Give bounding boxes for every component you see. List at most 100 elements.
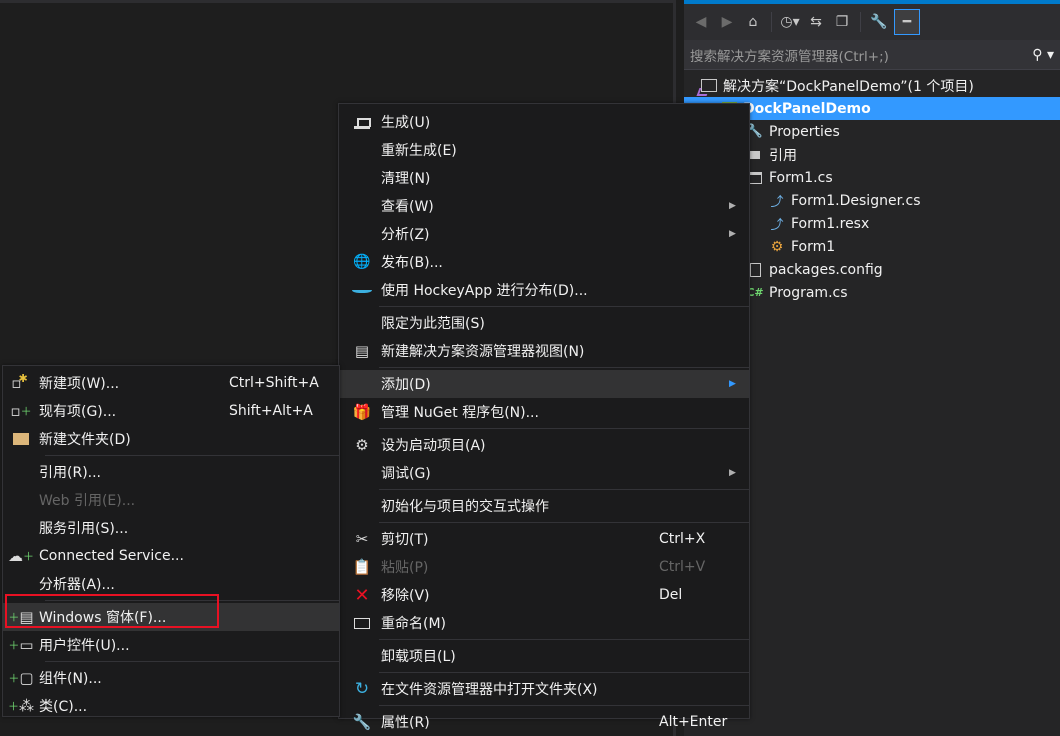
menu-separator	[45, 661, 339, 662]
existing-item-icon: ▫ ＋	[10, 402, 32, 420]
submenu-item-existing-item[interactable]: ▫ ＋ 现有项(G)... Shift+Alt+A	[3, 397, 339, 425]
tree-item-label: 解决方案“DockPanelDemo”(1 个项目)	[723, 78, 974, 95]
component-add-icon: ＋ ▢	[8, 669, 34, 687]
menu-item-label: 新建文件夹(D)	[39, 432, 131, 448]
menu-item-paste[interactable]: 📋 粘贴(P) Ctrl+V	[339, 553, 749, 581]
menu-item-label: 服务引用(S)...	[39, 521, 129, 537]
component-icon: ⚙	[770, 238, 784, 255]
menu-item-label: Windows 窗体(F)...	[39, 610, 167, 626]
menu-item-label: 类(C)...	[39, 699, 88, 715]
search-icon[interactable]: ⚲ ▾	[1032, 47, 1054, 63]
submenu-arrow-icon: ▶	[729, 201, 736, 211]
history-icon[interactable]: ◷▾	[779, 11, 801, 33]
menu-item-label: 调试(G)	[381, 466, 431, 482]
menu-item-view[interactable]: 查看(W) ▶	[339, 192, 749, 220]
submenu-arrow-icon: ▶	[729, 468, 736, 478]
submenu-item-windows-form[interactable]: ＋ ▤ Windows 窗体(F)...	[3, 603, 339, 631]
menu-item-publish[interactable]: 🌐 发布(B)...	[339, 248, 749, 276]
connected-service-icon: ☁ ＋	[8, 547, 34, 565]
open-folder-icon: ↻	[354, 679, 370, 699]
csharp-file-icon: ⤴	[770, 218, 784, 233]
menu-item-shortcut: Shift+Alt+A	[229, 403, 313, 419]
menu-item-manage-nuget[interactable]: 🎁 管理 NuGet 程序包(N)...	[339, 398, 749, 426]
pin-icon[interactable]: ━	[894, 9, 920, 35]
menu-item-add[interactable]: 添加(D) ▶	[339, 370, 749, 398]
search-placeholder: 搜索解决方案资源管理器(Ctrl+;)	[690, 48, 889, 65]
menu-item-debug[interactable]: 调试(G) ▶	[339, 459, 749, 487]
menu-item-scope-to-this[interactable]: 限定为此范围(S)	[339, 309, 749, 337]
submenu-item-component[interactable]: ＋ ▢ 组件(N)...	[3, 664, 339, 692]
menu-item-analyze[interactable]: 分析(Z) ▶	[339, 220, 749, 248]
menu-item-open-in-explorer[interactable]: ↻ 在文件资源管理器中打开文件夹(X)	[339, 675, 749, 703]
menu-item-clean[interactable]: 清理(N)	[339, 164, 749, 192]
user-control-icon: ＋ ▭	[8, 636, 34, 654]
submenu-item-new-item[interactable]: ▫ ✱ 新建项(W)... Ctrl+Shift+A	[3, 369, 339, 397]
menu-item-label: Connected Service...	[39, 548, 184, 564]
menu-item-set-startup[interactable]: ⚙ 设为启动项目(A)	[339, 431, 749, 459]
properties-wrench-icon[interactable]: 🔧	[868, 11, 890, 33]
menu-item-label: 新建项(W)...	[39, 376, 120, 392]
sync-icon[interactable]: ⇆	[805, 11, 827, 33]
search-input[interactable]: 搜索解决方案资源管理器(Ctrl+;) ⚲ ▾	[684, 40, 1060, 70]
hockeyapp-icon	[343, 287, 381, 293]
new-item-icon: ▫ ✱	[11, 371, 28, 393]
cut-icon: ✂	[355, 530, 369, 548]
tree-item-label: Form1	[791, 238, 836, 255]
submenu-arrow-icon: ▶	[729, 229, 736, 239]
submenu-item-reference[interactable]: 引用(R)...	[3, 458, 339, 486]
menu-item-interactive[interactable]: 初始化与项目的交互式操作	[339, 492, 749, 520]
tree-item-label: Properties	[769, 123, 840, 140]
submenu-item-class[interactable]: ＋ ⁂ 类(C)...	[3, 692, 339, 720]
menu-item-cut[interactable]: ✂ 剪切(T) Ctrl+X	[339, 525, 749, 553]
submenu-item-connected-service[interactable]: ☁ ＋ Connected Service...	[3, 542, 339, 570]
menu-separator	[379, 705, 749, 706]
menu-item-rename[interactable]: 重命名(M)	[339, 609, 749, 637]
add-submenu: ▫ ✱ 新建项(W)... Ctrl+Shift+A ▫ ＋ 现有项(G)... S…	[2, 365, 340, 717]
back-icon[interactable]: ◀	[690, 11, 712, 33]
menu-item-rebuild[interactable]: 重新生成(E)	[339, 136, 749, 164]
menu-item-properties[interactable]: 🔧 属性(R) Alt+Enter	[339, 708, 749, 736]
submenu-item-user-control[interactable]: ＋ ▭ 用户控件(U)...	[3, 631, 339, 659]
menu-item-label: 重新生成(E)	[381, 143, 457, 159]
menu-item-label: 剪切(T)	[381, 532, 429, 548]
menu-separator	[379, 522, 749, 523]
submenu-arrow-icon: ▶	[729, 379, 736, 389]
menu-item-label: 卸载项目(L)	[381, 649, 456, 665]
menu-item-hockeyapp[interactable]: 使用 HockeyApp 进行分布(D)...	[339, 276, 749, 304]
menu-item-label: 生成(U)	[381, 115, 431, 131]
menu-item-unload[interactable]: 卸载项目(L)	[339, 642, 749, 670]
tree-item-label: Form1.Designer.cs	[791, 192, 921, 209]
submenu-item-analyzer[interactable]: 分析器(A)...	[3, 570, 339, 598]
new-folder-icon	[3, 433, 39, 445]
menu-item-shortcut: Alt+Enter	[659, 714, 728, 730]
tree-item-solution[interactable]: 解决方案“DockPanelDemo”(1 个项目)	[684, 74, 1060, 97]
forward-icon[interactable]: ▶	[716, 11, 738, 33]
menu-item-label: 添加(D)	[381, 377, 431, 393]
submenu-item-service-reference[interactable]: 服务引用(S)...	[3, 514, 339, 542]
home-icon[interactable]: ⌂	[742, 11, 764, 33]
menu-item-label: 属性(R)	[381, 715, 430, 731]
menu-item-remove[interactable]: ✕ 移除(V) Del	[339, 581, 749, 609]
submenu-item-web-reference[interactable]: Web 引用(E)...	[3, 486, 339, 514]
menu-item-label: 分析(Z)	[381, 227, 430, 243]
menu-item-label: 发布(B)...	[381, 255, 443, 271]
menu-item-label: 现有项(G)...	[39, 404, 117, 420]
menu-item-label: 使用 HockeyApp 进行分布(D)...	[381, 283, 588, 299]
menu-item-new-view[interactable]: ▤ 新建解决方案资源管理器视图(N)	[339, 337, 749, 365]
submenu-item-new-folder[interactable]: 新建文件夹(D)	[3, 425, 339, 453]
menu-item-label: 限定为此范围(S)	[381, 316, 485, 332]
gear-icon: ⚙	[355, 436, 369, 454]
menu-item-label: 组件(N)...	[39, 671, 102, 687]
tree-item-label: 引用	[769, 147, 797, 164]
project-context-menu: 生成(U) 重新生成(E) 清理(N) 查看(W) ▶ 分析(Z) ▶ 🌐 发布…	[338, 103, 750, 731]
menu-item-label: 在文件资源管理器中打开文件夹(X)	[381, 682, 598, 698]
toolbar-separator	[771, 12, 772, 32]
menu-item-label: 移除(V)	[381, 588, 430, 604]
menu-item-label: 设为启动项目(A)	[381, 438, 486, 454]
menu-separator	[379, 639, 749, 640]
menu-item-build[interactable]: 生成(U)	[339, 108, 749, 136]
paste-icon: 📋	[352, 558, 372, 576]
tree-item-label: Program.cs	[769, 284, 848, 301]
collapse-icon[interactable]: ❐	[831, 11, 853, 33]
tree-item-label: Form1.cs	[769, 169, 833, 186]
